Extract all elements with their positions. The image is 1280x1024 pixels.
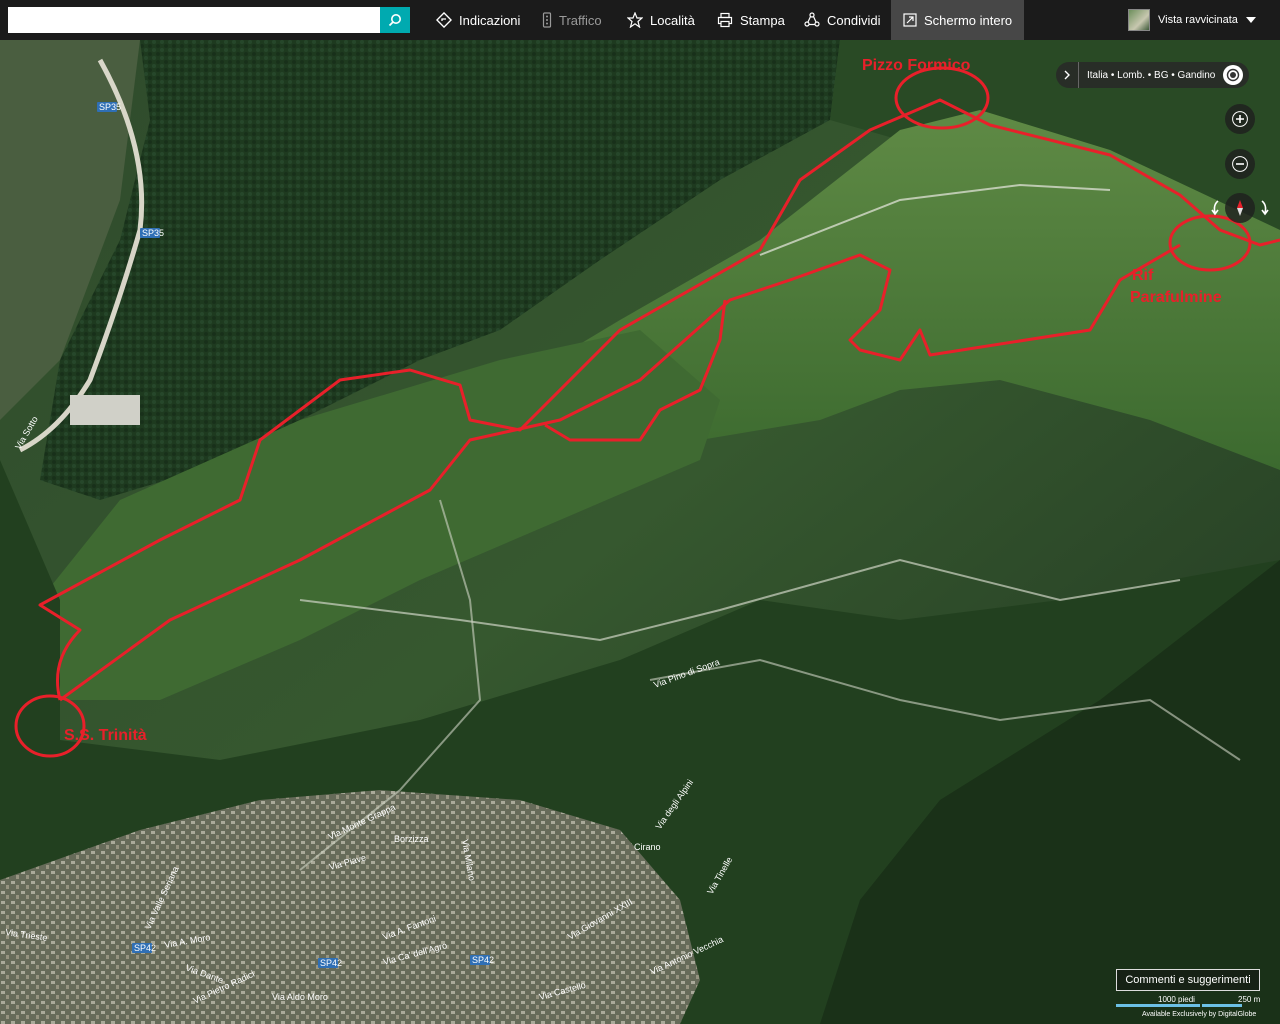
refuge-label-line2: Parafulmine — [1130, 289, 1222, 306]
chevron-right-icon — [1064, 70, 1070, 80]
zoom-out-button[interactable] — [1225, 149, 1255, 179]
road-label: SP42 — [472, 955, 494, 965]
zoom-in-button[interactable] — [1225, 104, 1255, 134]
view-thumbnail — [1128, 9, 1150, 31]
locate-me-button[interactable] — [1223, 65, 1244, 85]
share-icon — [804, 12, 820, 27]
chevron-down-icon — [1245, 17, 1256, 23]
directions-icon — [436, 12, 452, 28]
view-label: Vista ravvicinata — [1158, 14, 1238, 26]
fullscreen-icon — [903, 13, 917, 27]
nav-fullscreen[interactable]: Schermo intero — [891, 0, 1025, 40]
place-label: Borzizza — [394, 834, 429, 844]
rotate-left-icon[interactable] — [1210, 199, 1222, 217]
street-label: Via Aldo Moro — [272, 992, 328, 1002]
nav-traffic-label: Traffico — [559, 12, 602, 28]
road-label: SP42 — [134, 943, 156, 953]
satellite-map[interactable]: Pizzo Formico Rif Parafulmine S.S. Trini… — [0, 0, 1280, 1024]
breadcrumb: Italia • Lomb. • BG • Gandino — [1056, 62, 1250, 88]
nav-share-label: Condividi — [827, 12, 881, 28]
traffic-icon — [542, 12, 552, 28]
road-label: SP42 — [320, 958, 342, 968]
scale-bar: 1000 piedi 250 m — [1116, 995, 1262, 1011]
minus-icon — [1232, 156, 1248, 172]
nav-directions[interactable]: Indicazioni — [436, 0, 520, 40]
refuge-label: Rif — [1132, 267, 1154, 284]
locate-icon — [1227, 68, 1240, 82]
compass-icon — [1237, 200, 1243, 216]
search-icon — [388, 14, 401, 27]
scale-meters-label: 250 m — [1238, 995, 1261, 1004]
nav-print-label: Stampa — [740, 12, 785, 28]
compass-button[interactable] — [1225, 193, 1255, 223]
peak-label: Pizzo Formico — [862, 57, 971, 74]
scale-feet-label: 1000 piedi — [1158, 995, 1195, 1004]
breadcrumb-expand[interactable] — [1056, 62, 1079, 88]
rotate-right-icon[interactable] — [1258, 199, 1270, 217]
scale-bar-meters — [1202, 1004, 1242, 1007]
road-label: SP35 — [99, 102, 121, 112]
print-icon — [717, 12, 733, 28]
view-selector[interactable]: Vista ravvicinata — [1128, 9, 1256, 31]
attribution: Available Exclusively by DigitalGlobe — [1142, 1011, 1257, 1018]
search-button[interactable] — [380, 7, 410, 33]
quarry — [70, 395, 140, 425]
nav-traffic[interactable]: Traffico — [542, 0, 602, 40]
road-label: SP35 — [142, 228, 164, 238]
nav-places-label: Località — [650, 12, 695, 28]
nav-directions-label: Indicazioni — [459, 12, 521, 28]
scale-bar-feet — [1116, 1004, 1200, 1007]
star-icon — [627, 12, 643, 28]
breadcrumb-text[interactable]: Italia • Lomb. • BG • Gandino — [1079, 70, 1223, 81]
feedback-button[interactable]: Commenti e suggerimenti — [1116, 969, 1260, 991]
nav-share[interactable]: Condividi — [804, 0, 880, 40]
plus-icon — [1232, 111, 1248, 127]
start-label: S.S. Trinità — [64, 727, 147, 744]
toolbar: Indicazioni Traffico Località Stampa Con… — [0, 0, 1280, 40]
search-input[interactable] — [8, 7, 380, 33]
place-label: Cirano — [634, 842, 661, 852]
nav-print[interactable]: Stampa — [717, 0, 785, 40]
nav-fullscreen-label: Schermo intero — [924, 12, 1013, 28]
nav-places[interactable]: Località — [627, 0, 695, 40]
